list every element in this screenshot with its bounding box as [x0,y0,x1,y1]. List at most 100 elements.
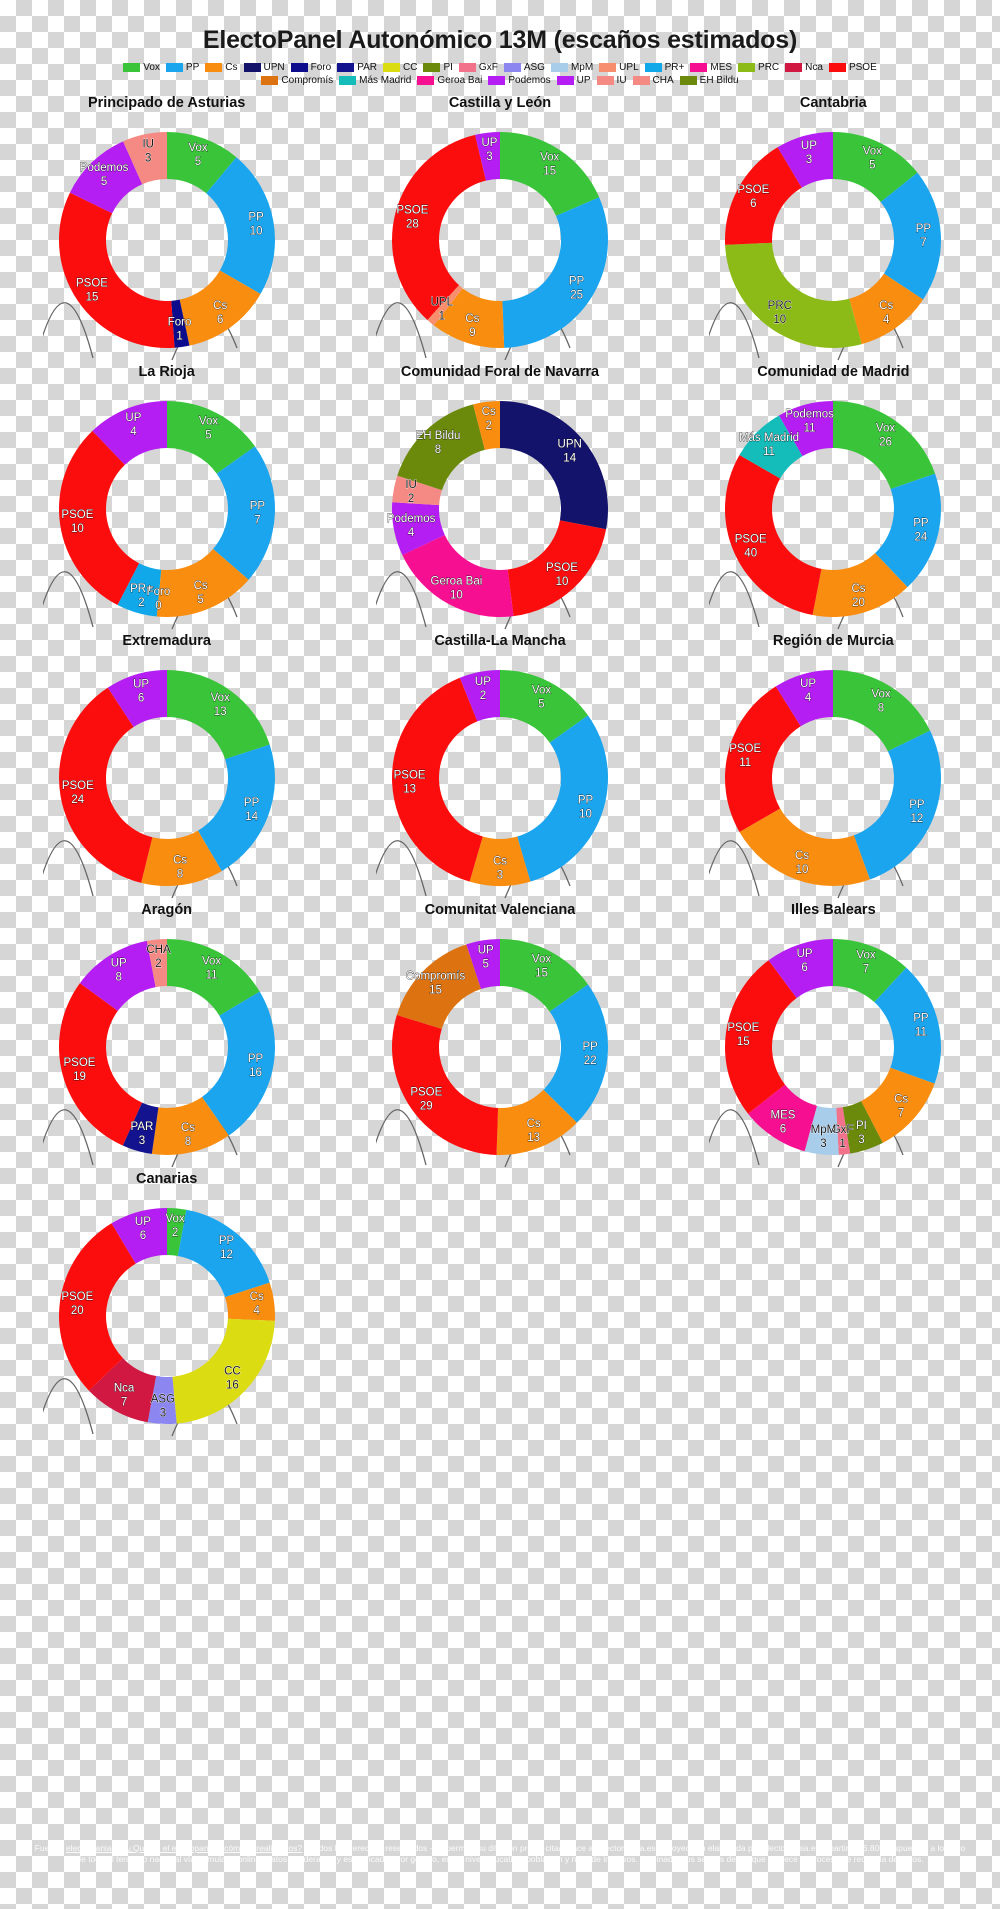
segment-value: 10 [579,809,592,821]
chart-title: Principado de Asturias [87,95,246,111]
chart-cell: Extremadura Vox 13 PP 14 Cs 8 PSOE 24 UP 6 [0,633,333,902]
donut-segment[interactable] [517,715,608,882]
segment-value: 15 [737,1036,750,1048]
footer-prefix: Fuente: [34,1843,66,1853]
segment-value: 7 [121,1397,127,1409]
segment-value: 40 [745,548,758,560]
donut-segment[interactable] [391,1014,499,1155]
segment-value: 24 [915,531,928,543]
legend-swatch-icon [785,63,803,72]
segment-value: 5 [869,160,875,172]
legend-item: Foro [290,61,331,74]
chart-title: Región de Murcia [772,633,894,649]
chart-row: Principado de Asturias Vox 5 PP 10 Cs 6 Foro 1 PS… [0,95,1000,364]
donut-segment[interactable] [854,730,942,880]
segment-value: 4 [883,314,890,326]
segment-value: 0 [155,600,161,612]
legend-swatch-icon [458,63,476,72]
legend-swatch-icon [123,63,141,72]
legend-label: UPN [263,62,285,73]
segment-value: 6 [138,692,144,704]
legend-item: EH Bildu [679,74,739,87]
legend-label: Podemos [508,75,551,86]
legend-label: CC [403,62,418,73]
segment-name: PRC [768,300,792,312]
segment-name: PP [578,795,594,807]
segment-value: 3 [486,151,492,163]
segment-value: 20 [71,1305,84,1317]
segment-value: 5 [538,699,544,711]
segment-name: UP [110,958,126,970]
legend-row-primary: Vox PP Cs UPN Foro PAR CC PI GxF ASG MpM UPL PR+ MES P… [20,61,980,74]
segment-value: 3 [859,1134,865,1146]
segment-name: Geroa Bai [430,575,482,587]
donut-chart: Vox 5 PP 7 Cs 4 PRC 10 PSOE 6 UP 3 [709,116,957,364]
legend-item: MES [690,61,732,74]
footer-link-electopanel[interactable]: ¿Qué es el electopanel y cómo lo realiza… [128,1843,302,1853]
legend-item: UPL [599,61,639,74]
legend-label: MpM [570,62,594,73]
legend-label: PR+ [664,62,685,73]
legend-label: UP [576,75,591,86]
segment-name: PSOE [396,204,428,216]
legend-label: Nca [805,62,823,73]
segment-name: Cs [527,1118,541,1130]
segment-name: PP [910,799,926,811]
donut-chart: Vox 7 PP 11 Cs 7 PI 3 GxF 1 MpM 3 MES 6 PSOE 15 UP 6 [709,923,957,1171]
chart-title: Comunidad Foral de Navarra [400,364,600,380]
segment-value: 22 [584,1055,597,1067]
footer-link-electomania[interactable]: electomania.es [66,1843,123,1853]
legend-label: MES [710,62,733,73]
legend-swatch-icon [417,76,435,85]
segment-name: PP [248,211,264,223]
legend-item: Vox [123,61,160,74]
segment-name: UP [133,678,149,690]
segment-name: Vox [199,416,218,428]
donut-segment[interactable] [499,401,608,530]
segment-name: IU [142,139,154,151]
segment-name: EH Bildu [416,430,461,442]
segment-value: 1 [840,1138,846,1150]
legend-item: Compromís [261,74,333,87]
segment-name: Cs [795,850,809,862]
donut-chart: Vox 15 PP 25 Cs 9 UPL 1 PSOE 28 UP 3 [375,116,624,364]
segment-name: Foro [167,317,191,329]
donut-segment[interactable] [58,192,175,348]
segment-value: 29 [420,1101,433,1113]
donut-segment[interactable] [502,197,608,348]
segment-value: 13 [403,783,416,795]
legend-item: PI [423,61,453,74]
chart-cell: La Rioja Vox 5 PP 7 Cs 5 Foro 0 PR+ 2 PSOE 10 UP 4 [0,364,333,633]
donut-chart: Vox 11 PP 16 Cs 8 PAR 3 PSOE 19 UP 8 CHA 2 [42,923,291,1171]
segment-name: Vox [532,685,551,697]
legend-swatch-icon [556,76,574,85]
legend-item: PRC [738,61,779,74]
chart-cell: Canarias Vox 2 PP 12 Cs 4 CC 16 ASG 3 Nca 7 PSOE 20 UP 6 [0,1171,333,1440]
segment-value: 11 [915,1027,927,1039]
legend-swatch-icon [205,63,223,72]
segment-name: Vox [202,955,221,967]
segment-value: 20 [852,597,865,609]
segment-name: Vox [872,688,891,700]
segment-value: 13 [213,706,226,718]
segment-name: PSOE [730,743,762,755]
segment-value: 5 [101,176,107,188]
segment-value: 2 [480,690,486,702]
legend-swatch-icon [690,63,708,72]
legend-swatch-icon [632,76,650,85]
segment-name: PP [249,500,265,512]
segment-value: 14 [245,811,258,823]
chart-row: La Rioja Vox 5 PP 7 Cs 5 Foro 0 PR+ 2 PSOE 10 UP 4 Comu… [0,364,1000,633]
legend-swatch-icon [644,63,662,72]
segment-name: PSOE [61,1291,93,1303]
legend-swatch-icon [679,76,697,85]
legend-label: CHA [652,75,674,86]
chart-title: Extremadura [122,633,211,649]
segment-name: UPL [431,296,454,308]
donut-segment[interactable] [725,242,863,348]
donut-chart: Vox 5 PP 10 Cs 6 Foro 1 PSOE 15 Podemos 5 IU 3 [42,116,291,364]
segment-name: Podemos [786,409,835,421]
segment-name: Cs [249,1291,263,1303]
donut-segment[interactable] [725,686,801,832]
chart-cell: Illes Balears Vox 7 PP 11 Cs 7 PI 3 GxF 1 MpM 3 MES 6 P… [667,902,1000,1171]
